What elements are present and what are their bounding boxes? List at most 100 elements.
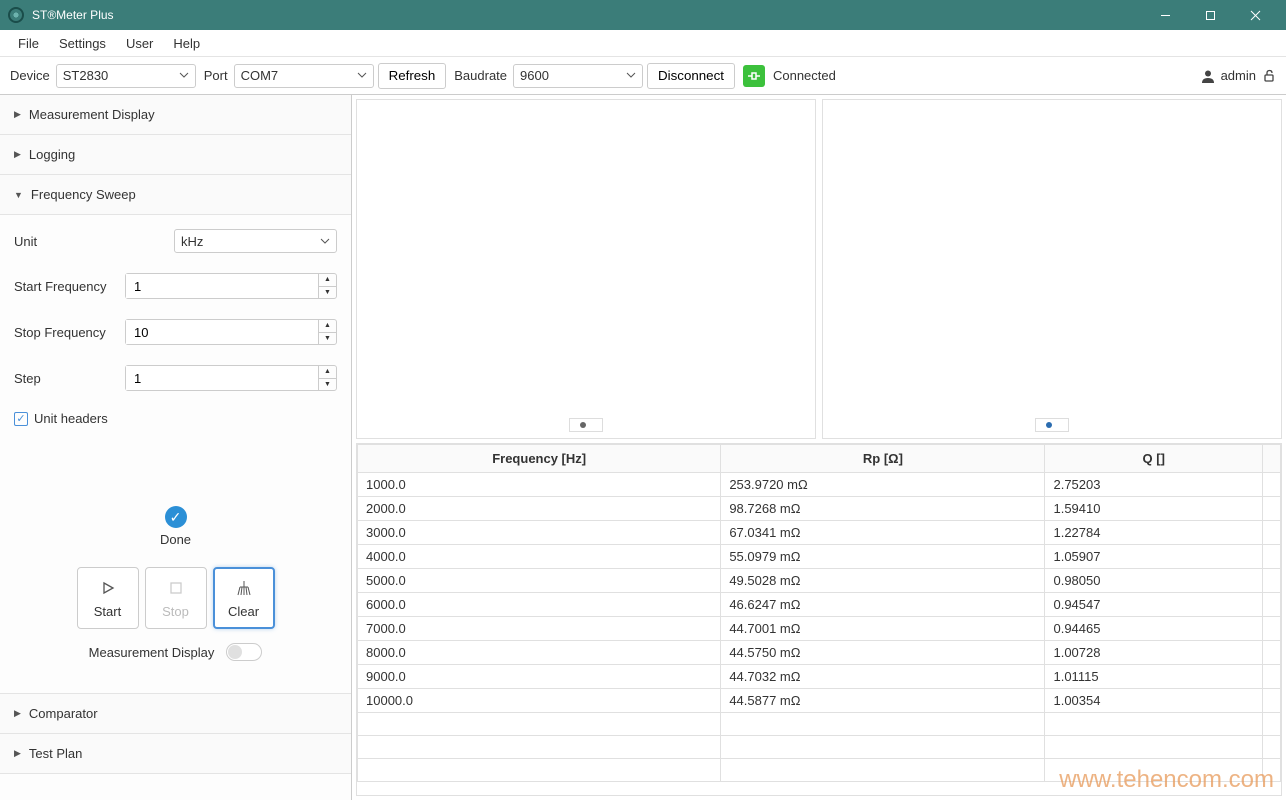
- table-row[interactable]: 10000.044.5877 mΩ1.00354: [358, 689, 1281, 713]
- disconnect-button[interactable]: Disconnect: [647, 63, 735, 89]
- table-cell: 2.75203: [1045, 473, 1263, 497]
- table-header[interactable]: Q []: [1045, 445, 1263, 473]
- table-row[interactable]: 8000.044.5750 mΩ1.00728: [358, 641, 1281, 665]
- stop-freq-input[interactable]: ▲▼: [125, 319, 337, 345]
- table-row: [358, 713, 1281, 736]
- table-row[interactable]: 5000.049.5028 mΩ0.98050: [358, 569, 1281, 593]
- table-cell: 0.94465: [1045, 617, 1263, 641]
- refresh-button[interactable]: Refresh: [378, 63, 447, 89]
- spin-down-icon[interactable]: ▼: [319, 333, 336, 345]
- chart-rp[interactable]: [356, 99, 816, 439]
- app-title: ST®Meter Plus: [32, 8, 1143, 22]
- table-cell: 253.9720 mΩ: [721, 473, 1045, 497]
- accordion-label: Comparator: [29, 706, 98, 721]
- content-area: Frequency [Hz]Rp [Ω]Q [] 1000.0253.9720 …: [352, 95, 1286, 800]
- unit-select[interactable]: kHz: [174, 229, 337, 253]
- spin-up-icon[interactable]: ▲: [319, 274, 336, 287]
- accordion-comparator[interactable]: ▶ Comparator: [0, 694, 351, 734]
- play-icon: [101, 578, 115, 598]
- table-row[interactable]: 3000.067.0341 mΩ1.22784: [358, 521, 1281, 545]
- table-cell: 1.00354: [1045, 689, 1263, 713]
- menu-settings[interactable]: Settings: [49, 32, 116, 55]
- menu-user[interactable]: User: [116, 32, 163, 55]
- md-toggle[interactable]: [226, 643, 262, 661]
- table-row[interactable]: 9000.044.7032 mΩ1.01115: [358, 665, 1281, 689]
- port-value: COM7: [241, 68, 279, 83]
- table-cell: 44.7032 mΩ: [721, 665, 1045, 689]
- stop-freq-label: Stop Frequency: [14, 325, 125, 340]
- unlock-icon: [1262, 69, 1276, 83]
- chevron-down-icon: ▼: [14, 190, 23, 200]
- done-check-icon: ✓: [165, 506, 187, 528]
- accordion-frequency-sweep[interactable]: ▼ Frequency Sweep: [0, 175, 351, 215]
- table-cell: 1.01115: [1045, 665, 1263, 689]
- stop-freq-value[interactable]: [126, 320, 318, 344]
- table-row[interactable]: 1000.0253.9720 mΩ2.75203: [358, 473, 1281, 497]
- table-cell: 55.0979 mΩ: [721, 545, 1045, 569]
- table-cell: 6000.0: [358, 593, 721, 617]
- app-icon: [8, 7, 24, 23]
- table-row[interactable]: 2000.098.7268 mΩ1.59410: [358, 497, 1281, 521]
- table-cell: 9000.0: [358, 665, 721, 689]
- frequency-sweep-panel: Unit kHz Start Frequency ▲▼ Stop Frequen…: [0, 215, 351, 694]
- accordion-test-plan[interactable]: ▶ Test Plan: [0, 734, 351, 774]
- menu-help[interactable]: Help: [163, 32, 210, 55]
- step-value[interactable]: [126, 366, 318, 390]
- start-freq-input[interactable]: ▲▼: [125, 273, 337, 299]
- connected-label: Connected: [773, 68, 836, 83]
- table-cell: 2000.0: [358, 497, 721, 521]
- table-cell: 44.5750 mΩ: [721, 641, 1045, 665]
- maximize-button[interactable]: [1188, 0, 1233, 30]
- connected-icon: [743, 65, 765, 87]
- table-row[interactable]: 4000.055.0979 mΩ1.05907: [358, 545, 1281, 569]
- start-button[interactable]: Start: [77, 567, 139, 629]
- table-row: [358, 759, 1281, 782]
- close-button[interactable]: [1233, 0, 1278, 30]
- chart-q[interactable]: [822, 99, 1282, 439]
- chart-rp-svg: [365, 108, 807, 390]
- spin-up-icon[interactable]: ▲: [319, 320, 336, 333]
- baudrate-select[interactable]: 9600: [513, 64, 643, 88]
- port-select[interactable]: COM7: [234, 64, 374, 88]
- accordion-measurement-display[interactable]: ▶ Measurement Display: [0, 95, 351, 135]
- table-row[interactable]: 6000.046.6247 mΩ0.94547: [358, 593, 1281, 617]
- stop-button-label: Stop: [162, 604, 189, 619]
- minimize-button[interactable]: [1143, 0, 1188, 30]
- accordion-label: Frequency Sweep: [31, 187, 136, 202]
- table-cell: 1.05907: [1045, 545, 1263, 569]
- table-cell: 8000.0: [358, 641, 721, 665]
- chevron-down-icon: [320, 234, 330, 249]
- table-cell: 5000.0: [358, 569, 721, 593]
- user-icon: [1201, 69, 1215, 83]
- data-table-wrap[interactable]: Frequency [Hz]Rp [Ω]Q [] 1000.0253.9720 …: [356, 443, 1282, 796]
- table-header[interactable]: Rp [Ω]: [721, 445, 1045, 473]
- chevron-down-icon: [179, 68, 189, 83]
- legend-dot-icon: [580, 422, 586, 428]
- chevron-down-icon: [357, 68, 367, 83]
- table-header[interactable]: Frequency [Hz]: [358, 445, 721, 473]
- spin-up-icon[interactable]: ▲: [319, 366, 336, 379]
- baudrate-value: 9600: [520, 68, 549, 83]
- spin-down-icon[interactable]: ▼: [319, 379, 336, 391]
- unit-headers-checkbox[interactable]: ✓: [14, 412, 28, 426]
- table-row[interactable]: 7000.044.7001 mΩ0.94465: [358, 617, 1281, 641]
- user-area[interactable]: admin: [1201, 68, 1276, 83]
- step-input[interactable]: ▲▼: [125, 365, 337, 391]
- chart-q-svg: [831, 108, 1273, 390]
- legend-dot-icon: [1046, 422, 1052, 428]
- stop-button[interactable]: Stop: [145, 567, 207, 629]
- unit-label: Unit: [14, 234, 174, 249]
- device-select[interactable]: ST2830: [56, 64, 196, 88]
- table-cell: 49.5028 mΩ: [721, 569, 1045, 593]
- clear-button[interactable]: Clear: [213, 567, 275, 629]
- start-freq-value[interactable]: [126, 274, 318, 298]
- accordion-logging[interactable]: ▶ Logging: [0, 135, 351, 175]
- stop-icon: [170, 578, 182, 598]
- menu-file[interactable]: File: [8, 32, 49, 55]
- port-label: Port: [204, 68, 228, 83]
- titlebar: ST®Meter Plus: [0, 0, 1286, 30]
- md-toggle-label: Measurement Display: [89, 645, 215, 660]
- table-cell: 10000.0: [358, 689, 721, 713]
- spin-down-icon[interactable]: ▼: [319, 287, 336, 299]
- menubar: File Settings User Help: [0, 30, 1286, 57]
